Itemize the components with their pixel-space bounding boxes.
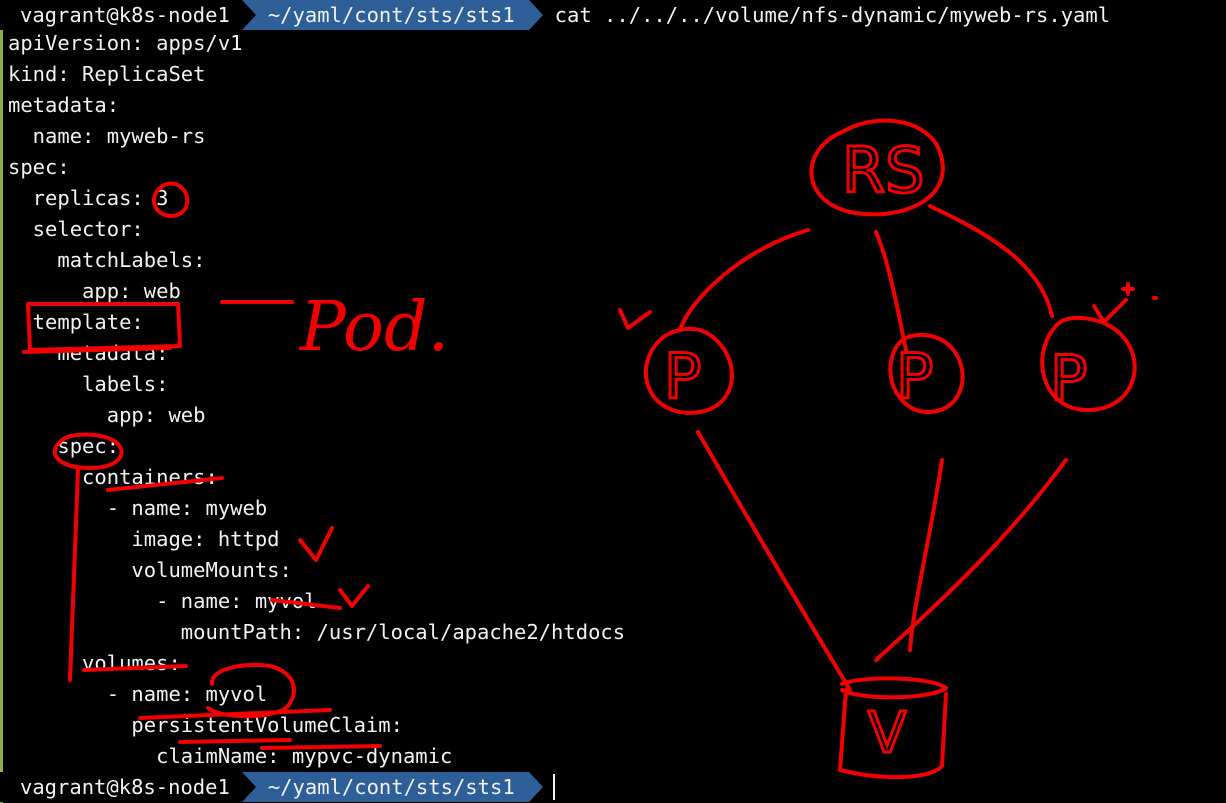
yaml-line: app: web	[8, 279, 181, 303]
ink-edge-rs-p2	[874, 230, 908, 352]
terminal-window[interactable]: vagrant@k8s-node1 ~/yaml/cont/sts/sts1 c…	[0, 0, 1226, 803]
yaml-line: name: myweb-rs	[8, 124, 206, 148]
yaml-line: volumeMounts:	[8, 558, 292, 582]
yaml-line: image: httpd	[8, 527, 280, 551]
yaml-line: volumes:	[8, 651, 181, 675]
yaml-line: spec:	[8, 434, 120, 458]
ink-edge-p1-v	[696, 430, 852, 692]
yaml-line: metadata:	[8, 93, 120, 117]
ink-circle-p2	[888, 333, 965, 415]
ink-text-v: V	[868, 701, 906, 766]
ink-check-p3	[1092, 282, 1158, 324]
prompt-path: ~/yaml/cont/sts/sts1	[241, 0, 529, 30]
ink-text-pod: Pod.	[298, 288, 449, 367]
prompt-bottom[interactable]: vagrant@k8s-node1 ~/yaml/cont/sts/sts1	[0, 772, 555, 802]
ink-circle-rs	[809, 118, 945, 217]
ink-edge-rs-p3	[928, 204, 1054, 318]
yaml-line: app: web	[8, 403, 206, 427]
ink-cylinder-v	[838, 676, 948, 780]
yaml-line: - name: myvol	[8, 589, 317, 613]
yaml-line: metadata:	[8, 341, 169, 365]
ink-text-p1: P	[664, 340, 701, 413]
ink-circle-p1	[643, 326, 734, 415]
ink-circle-p3	[1040, 315, 1137, 413]
text-cursor	[552, 774, 555, 800]
yaml-line: apiVersion: apps/v1	[8, 31, 243, 55]
prompt-path: ~/yaml/cont/sts/sts1	[241, 772, 529, 802]
yaml-line: replicas: 3	[8, 186, 169, 210]
ink-edge-rs-p1	[678, 228, 810, 332]
yaml-line: selector:	[8, 217, 144, 241]
terminal-side-bar	[0, 0, 3, 803]
yaml-line: - name: myweb	[8, 496, 268, 520]
ink-check-httpd	[298, 526, 334, 562]
yaml-line: template:	[8, 310, 144, 334]
prompt-user-host: vagrant@k8s-node1	[0, 772, 242, 802]
yaml-line: spec:	[8, 155, 70, 179]
ink-text-rs: RS	[842, 134, 924, 207]
ink-text-p2: P	[896, 340, 933, 413]
prompt-arrow	[528, 0, 543, 30]
yaml-line: matchLabels:	[8, 248, 206, 272]
prompt-user-host: vagrant@k8s-node1	[0, 0, 242, 30]
yaml-line: mountPath: /usr/local/apache2/htdocs	[8, 620, 626, 644]
ink-check-p1	[618, 308, 652, 330]
yaml-line: kind: ReplicaSet	[8, 62, 206, 86]
ink-edge-p2-v	[908, 458, 944, 652]
yaml-line: containers:	[8, 465, 218, 489]
prompt-arrow	[528, 772, 543, 802]
yaml-line: labels:	[8, 372, 169, 396]
prompt-top: vagrant@k8s-node1 ~/yaml/cont/sts/sts1 c…	[0, 0, 1110, 30]
ink-text-p3: P	[1050, 342, 1087, 415]
yaml-line: persistentVolumeClaim:	[8, 713, 403, 737]
yaml-line: claimName: mypvc-dynamic	[8, 744, 453, 768]
ink-edge-p3-v	[874, 458, 1068, 662]
yaml-line: - name: myvol	[8, 682, 268, 706]
prompt-command: cat ../../../volume/nfs-dynamic/myweb-rs…	[554, 3, 1111, 27]
